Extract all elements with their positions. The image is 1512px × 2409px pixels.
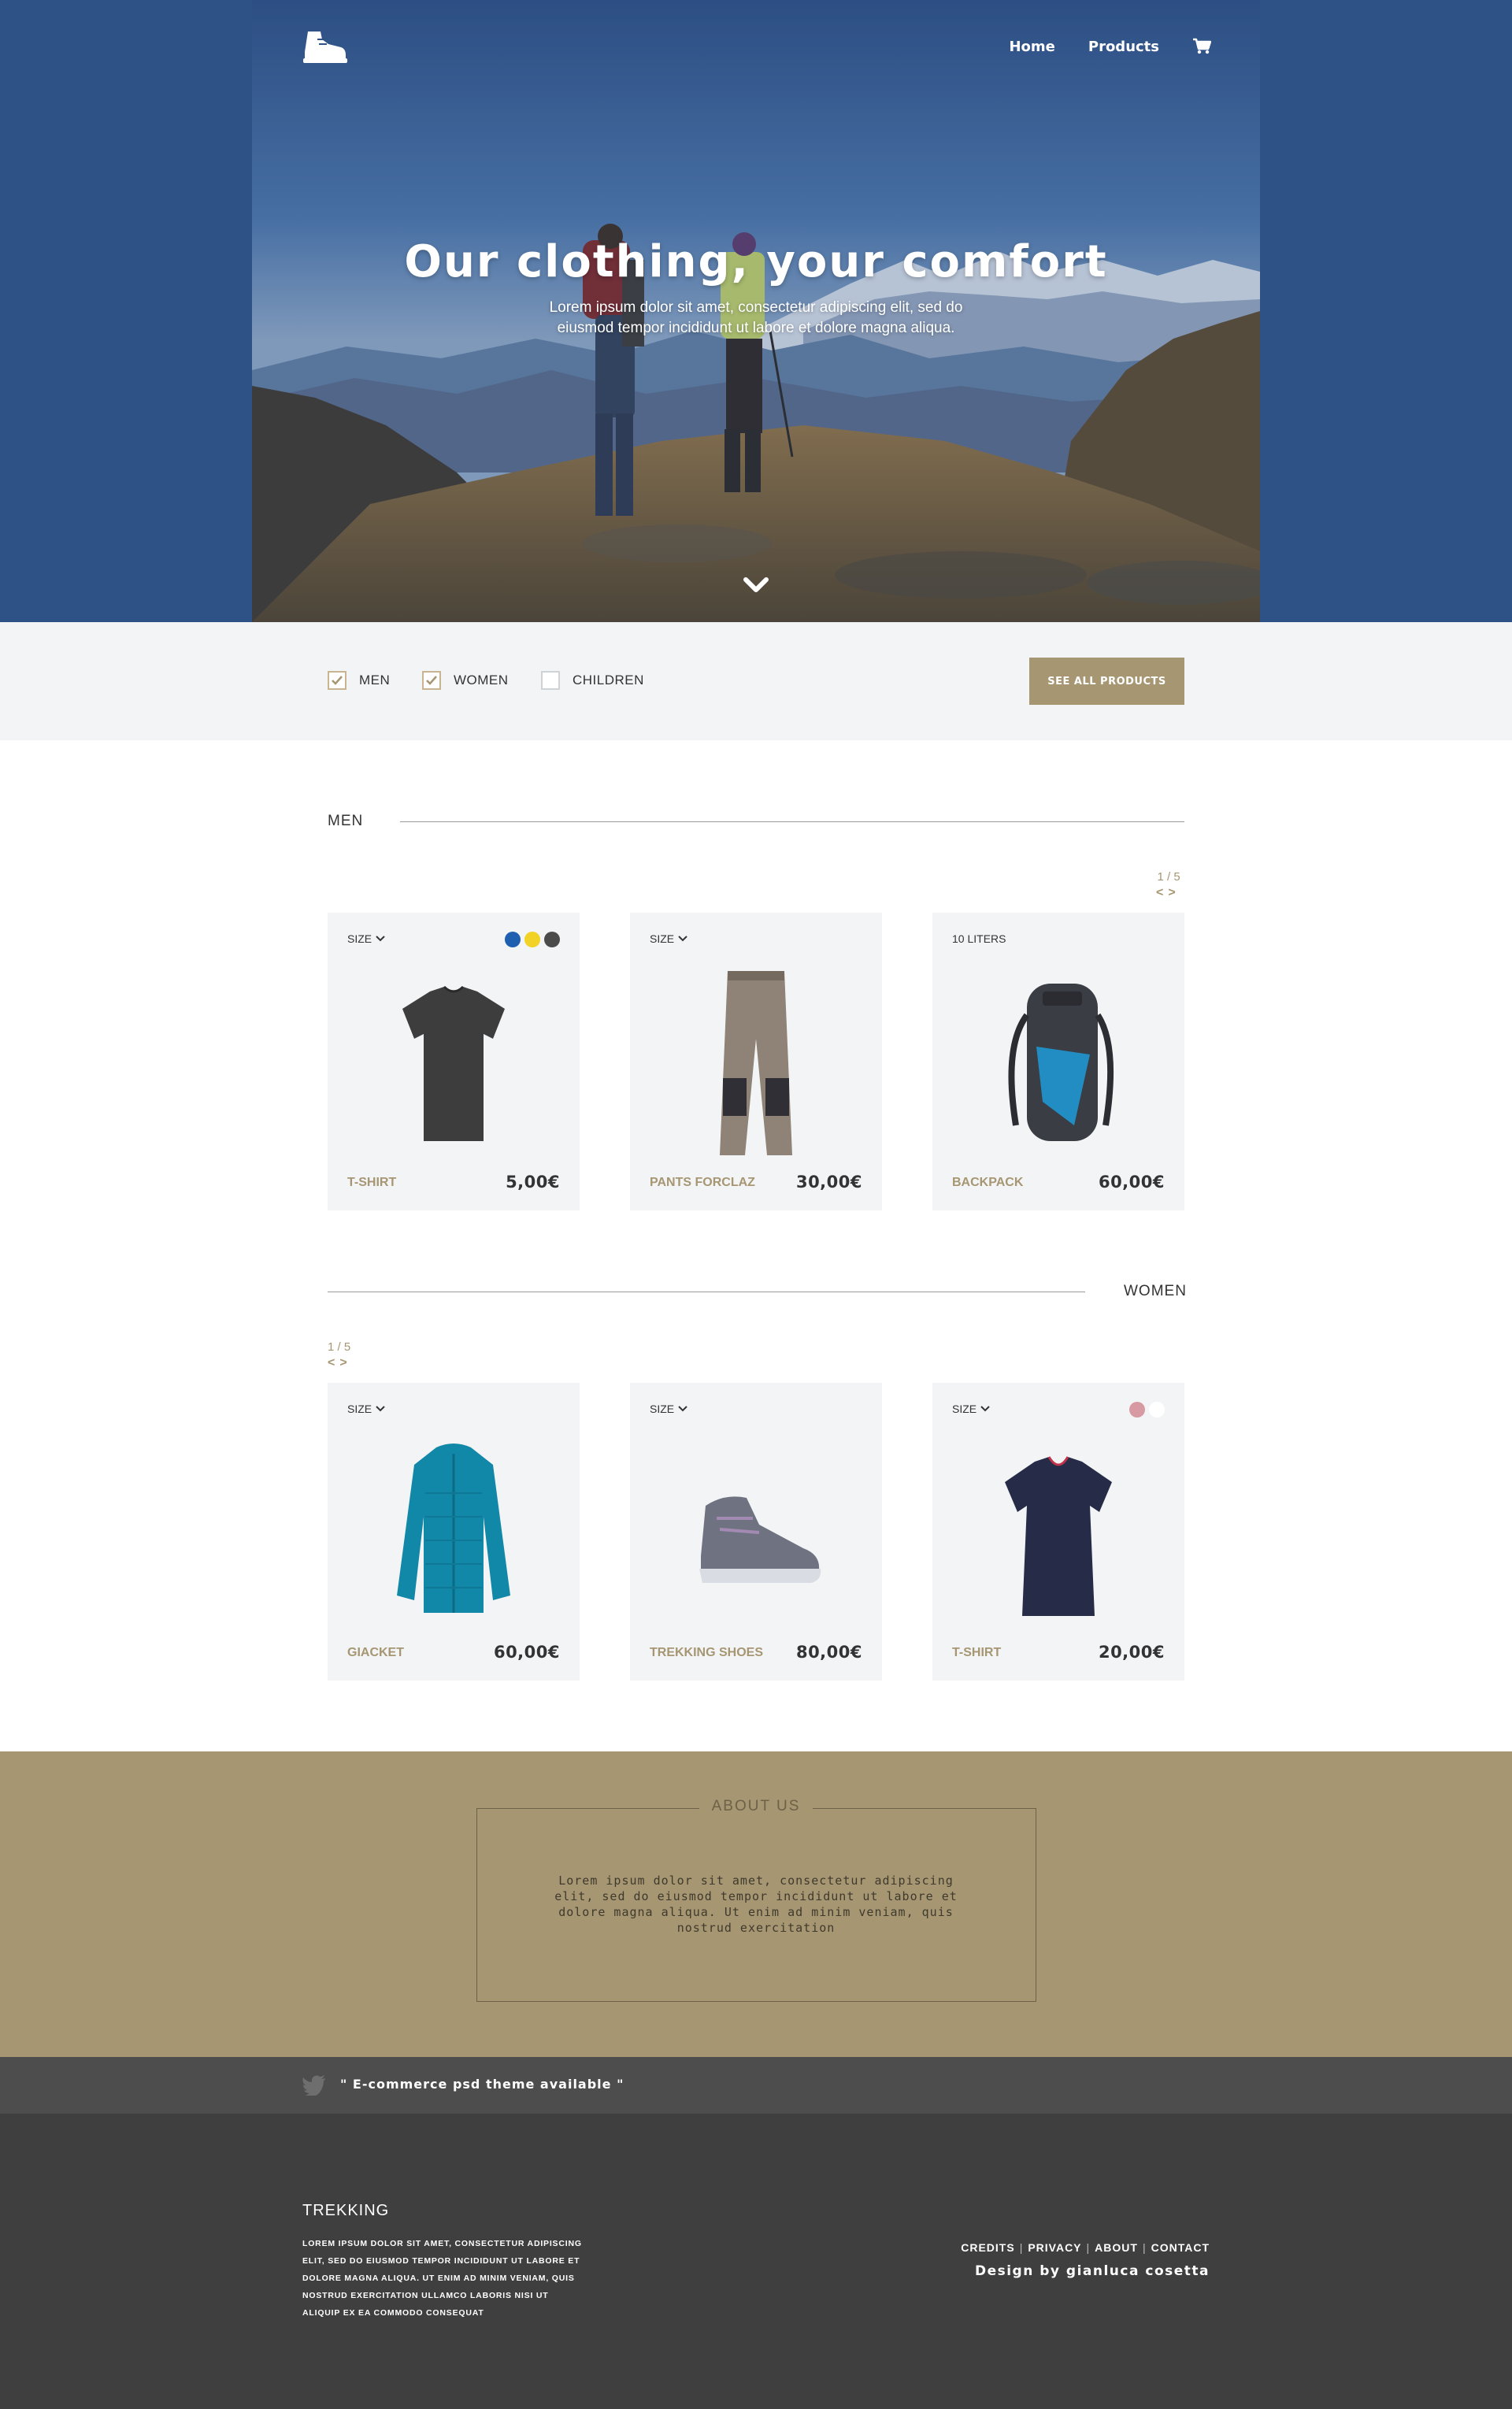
chevron-down-icon xyxy=(376,936,385,942)
separator: | xyxy=(1019,2241,1024,2254)
product-price: 5,00€ xyxy=(506,1173,560,1192)
filter-children[interactable]: CHILDREN xyxy=(541,671,644,690)
filter-label: WOMEN xyxy=(454,673,509,687)
footer-link-credits[interactable]: CREDITS xyxy=(961,2241,1014,2254)
hero-title: Our clothing, your comfort xyxy=(404,236,1108,287)
chevron-right-icon[interactable]: > xyxy=(1168,886,1180,899)
pager-arrows: <> xyxy=(328,1355,352,1371)
size-dropdown[interactable]: SIZE xyxy=(347,932,385,945)
chevron-down-icon xyxy=(678,936,687,942)
section-title-women: WOMEN xyxy=(1124,1283,1187,1299)
color-swatch-yellow[interactable] xyxy=(524,932,540,947)
product-card[interactable]: SIZE GIACKET 60,00€ xyxy=(328,1383,580,1681)
color-swatch-white[interactable] xyxy=(1149,1402,1165,1418)
twitter-icon[interactable] xyxy=(302,2075,326,2096)
checkbox-checked[interactable] xyxy=(422,671,441,690)
filter-label: MEN xyxy=(359,673,391,687)
product-card[interactable]: SIZE PANTS FORCLAZ 30,00€ xyxy=(630,913,882,1210)
color-swatch-gray[interactable] xyxy=(544,932,560,947)
pager-arrows: <> xyxy=(1156,885,1180,901)
chevron-down-icon[interactable] xyxy=(742,573,770,597)
product-name: TREKKING SHOES xyxy=(650,1646,764,1659)
chevron-down-icon xyxy=(980,1406,990,1412)
footer xyxy=(0,2114,1512,2409)
chevron-left-icon[interactable]: < xyxy=(328,1356,339,1369)
product-card[interactable]: SIZE T-SHIRT 5,00€ xyxy=(328,913,580,1210)
product-price: 60,00€ xyxy=(493,1643,560,1662)
check-icon xyxy=(332,676,343,685)
size-dropdown[interactable]: SIZE xyxy=(650,1403,687,1415)
nav-home[interactable]: Home xyxy=(1009,39,1054,55)
tshirt-icon xyxy=(1005,1456,1112,1616)
filter-women[interactable]: WOMEN xyxy=(422,671,509,690)
footer-links: CREDITS | PRIVACY | ABOUT | CONTACT xyxy=(961,2241,1210,2254)
pager-women: 1 / 5 <> xyxy=(328,1340,352,1371)
product-price: 60,00€ xyxy=(1098,1173,1165,1192)
product-card[interactable]: SIZE TREKKING SHOES 80,00€ xyxy=(630,1383,882,1681)
footer-link-privacy[interactable]: PRIVACY xyxy=(1028,2241,1081,2254)
cart-icon[interactable] xyxy=(1192,38,1211,55)
checkbox-checked[interactable] xyxy=(328,671,346,690)
footer-credit: Design by gianluca cosetta xyxy=(974,2263,1210,2279)
chevron-down-icon xyxy=(678,1406,687,1412)
product-name: BACKPACK xyxy=(952,1176,1024,1189)
hero-subtitle: Lorem ipsum dolor sit amet, consectetur … xyxy=(549,299,963,336)
separator: | xyxy=(1142,2241,1147,2254)
pager-men: 1 / 5 <> xyxy=(1156,869,1180,901)
color-swatch-pink[interactable] xyxy=(1129,1402,1145,1418)
footer-brand: TREKKING xyxy=(302,2202,390,2219)
boot-icon[interactable] xyxy=(302,28,347,65)
product-card[interactable]: 10 LITERS BACKPACK 60,00€ xyxy=(932,913,1184,1210)
see-all-products-button[interactable]: SEE ALL PRODUCTS xyxy=(1029,658,1184,705)
backpack-icon xyxy=(1008,984,1114,1141)
product-price: 30,00€ xyxy=(795,1173,862,1192)
color-swatches xyxy=(1129,1402,1165,1418)
footer-link-about[interactable]: ABOUT xyxy=(1095,2241,1138,2254)
chevron-right-icon[interactable]: > xyxy=(339,1356,351,1369)
capacity-label: 10 LITERS xyxy=(952,932,1006,945)
filter-label: CHILDREN xyxy=(573,673,644,687)
tweet-text: " E-commerce psd theme available " xyxy=(340,2077,624,2092)
footer-link-contact[interactable]: CONTACT xyxy=(1151,2241,1210,2254)
tshirt-icon xyxy=(402,985,505,1141)
size-dropdown[interactable]: SIZE xyxy=(952,1403,990,1415)
product-name: PANTS FORCLAZ xyxy=(650,1176,755,1189)
color-swatch-blue[interactable] xyxy=(505,932,521,947)
product-name: GIACKET xyxy=(347,1646,404,1659)
color-swatches xyxy=(505,932,560,947)
pager-count: 1 / 5 xyxy=(1157,870,1180,884)
section-title-men: MEN xyxy=(328,813,364,829)
separator: | xyxy=(1086,2241,1091,2254)
chevron-down-icon xyxy=(376,1406,385,1412)
checkbox-unchecked[interactable] xyxy=(541,671,560,690)
main-nav: Home Products xyxy=(1009,38,1211,55)
nav-products[interactable]: Products xyxy=(1088,39,1159,55)
size-dropdown[interactable]: SIZE xyxy=(347,1403,385,1415)
footer-text: LOREM IPSUM DOLOR SIT AMET, CONSECTETUR … xyxy=(302,2239,582,2318)
filter-bar xyxy=(0,622,1512,740)
tweet-bar xyxy=(0,2057,1512,2114)
size-dropdown[interactable]: SIZE xyxy=(650,932,687,945)
check-icon xyxy=(426,676,437,685)
about-text: Lorem ipsum dolor sit amet, consectetur … xyxy=(554,1873,958,1935)
product-name: T-SHIRT xyxy=(347,1176,397,1189)
pager-count: 1 / 5 xyxy=(328,1340,351,1354)
product-card[interactable]: SIZE T-SHIRT 20,00€ xyxy=(932,1383,1184,1681)
jacket-icon xyxy=(397,1444,510,1613)
product-name: T-SHIRT xyxy=(952,1646,1002,1659)
shoe-icon xyxy=(699,1496,821,1583)
divider xyxy=(400,821,1184,822)
product-price: 80,00€ xyxy=(795,1643,862,1662)
chevron-left-icon[interactable]: < xyxy=(1156,886,1168,899)
pants-icon xyxy=(720,971,792,1155)
about-title: ABOUT US xyxy=(0,1798,1512,1815)
filter-men[interactable]: MEN xyxy=(328,671,390,690)
product-price: 20,00€ xyxy=(1098,1643,1165,1662)
